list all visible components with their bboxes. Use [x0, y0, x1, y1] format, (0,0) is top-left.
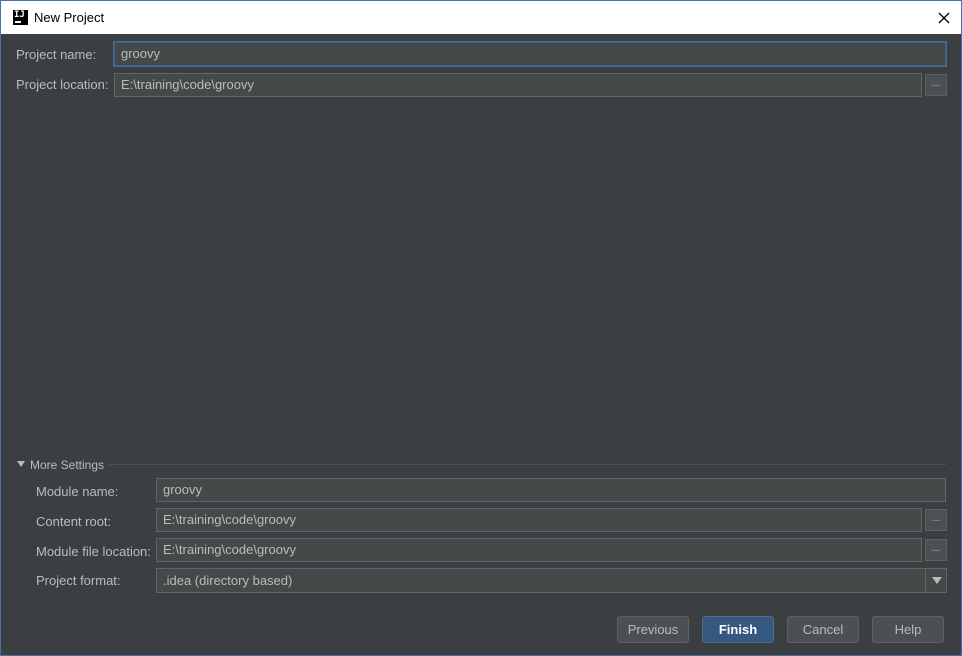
- content-root-input[interactable]: E:\training\code\groovy: [156, 508, 922, 532]
- project-name-label: Project name:: [16, 47, 97, 62]
- project-location-label: Project location:: [16, 77, 109, 92]
- module-file-location-browse-button[interactable]: ...: [925, 539, 947, 561]
- content-root-browse-button[interactable]: ...: [925, 509, 947, 531]
- content-root-label: Content root:: [36, 514, 112, 529]
- window-title: New Project: [34, 10, 105, 25]
- previous-button[interactable]: Previous: [617, 616, 689, 643]
- project-location-browse-button[interactable]: ...: [925, 74, 947, 96]
- project-format-dropdown-button[interactable]: [925, 568, 947, 593]
- module-file-location-label: Module file location:: [36, 544, 151, 559]
- help-button[interactable]: Help: [872, 616, 944, 643]
- chevron-down-icon: [932, 577, 942, 584]
- module-name-label: Module name:: [36, 484, 119, 499]
- module-name-input[interactable]: groovy: [156, 478, 946, 502]
- title-bar: IJ New Project: [1, 1, 961, 34]
- cancel-button[interactable]: Cancel: [787, 616, 859, 643]
- project-location-input[interactable]: E:\training\code\groovy: [114, 73, 922, 97]
- module-file-location-input[interactable]: E:\training\code\groovy: [156, 538, 922, 562]
- more-settings-label: More Settings: [30, 458, 105, 472]
- finish-button[interactable]: Finish: [702, 616, 774, 643]
- close-icon[interactable]: [935, 9, 953, 27]
- section-divider: [109, 464, 946, 465]
- intellij-logo-icon: IJ: [13, 10, 28, 25]
- project-name-input[interactable]: groovy: [114, 42, 946, 66]
- more-settings-toggle[interactable]: More Settings: [17, 458, 104, 472]
- project-format-select[interactable]: .idea (directory based): [156, 568, 947, 593]
- expand-triangle-icon: [17, 460, 25, 467]
- new-project-dialog: IJ New Project Project name: groovy Proj…: [0, 0, 962, 656]
- project-format-label: Project format:: [36, 573, 121, 588]
